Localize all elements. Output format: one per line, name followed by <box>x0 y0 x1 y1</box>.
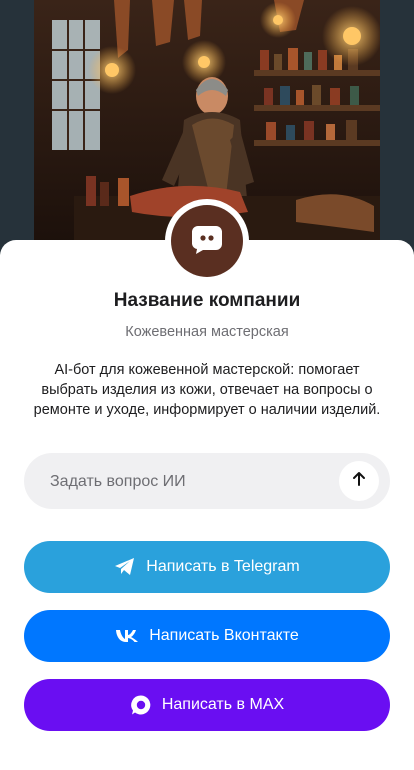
vk-button-label: Написать Вконтакте <box>149 627 299 644</box>
telegram-button[interactable]: Написать в Telegram <box>24 541 390 593</box>
company-subtitle: Кожевенная мастерская <box>125 324 289 340</box>
max-icon <box>130 694 152 716</box>
chat-bubble-icon <box>190 222 224 261</box>
company-description: AI-бот для кожевенной мастерской: помога… <box>33 362 381 418</box>
send-button[interactable] <box>339 461 379 501</box>
avatar-circle <box>171 205 243 277</box>
telegram-button-label: Написать в Telegram <box>146 558 300 575</box>
max-button[interactable]: Написать в MAX <box>24 679 390 731</box>
max-button-label: Написать в MAX <box>161 696 285 713</box>
ask-ai-box <box>24 453 390 511</box>
ask-ai-input[interactable] <box>48 453 332 511</box>
company-name: Название компании <box>113 290 301 311</box>
avatar <box>165 199 249 283</box>
vk-icon <box>115 629 139 643</box>
arrow-up-icon <box>350 470 368 493</box>
vk-button[interactable]: Написать Вконтакте <box>24 610 390 662</box>
telegram-icon <box>114 557 136 577</box>
